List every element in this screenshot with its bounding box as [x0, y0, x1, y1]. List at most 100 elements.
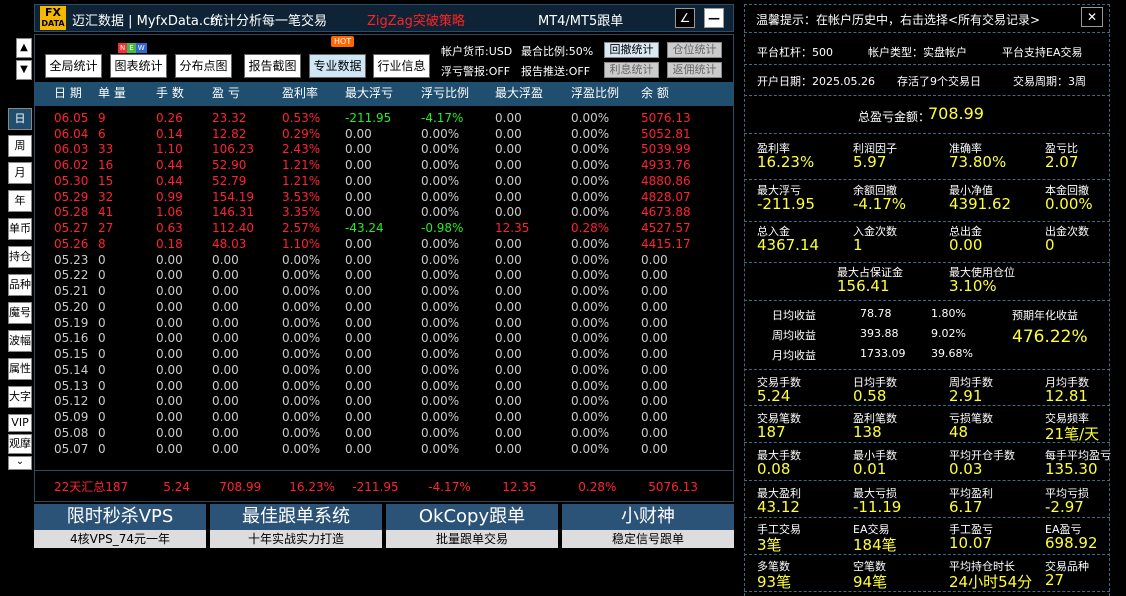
- side-item-6[interactable]: 品种: [8, 274, 32, 296]
- diag-icon[interactable]: ∠: [675, 8, 695, 28]
- table-cell: 0.00: [212, 299, 239, 314]
- table-cell: 0.00: [345, 362, 372, 377]
- table-cell: 0.00: [345, 378, 372, 393]
- global-stats-button[interactable]: 全局统计: [45, 54, 102, 78]
- table-row[interactable]: 06.05 9 0.26 23.32 0.53% -211.95 -4.17% 0.00 0.0…: [34, 110, 701, 126]
- side-item-4[interactable]: 单币: [8, 218, 32, 240]
- interest-stats-button[interactable]: 利息统计: [604, 62, 659, 78]
- table-row[interactable]: 06.02 16 0.44 52.90 1.21% 0.00 0.00% 0.00 0.00% 4…: [34, 157, 701, 173]
- summary-table: 22天汇总 187 5.24 708.99 16.23% -211.95 -4.17% 12.…: [34, 478, 708, 495]
- banner-3[interactable]: 小财神: [562, 504, 734, 530]
- table-row[interactable]: 05.08 0 0.00 0.00 0.00% 0.00 0.00% 0.00 0.00% 0.0…: [34, 425, 701, 441]
- table-cell: 0: [98, 441, 106, 456]
- side-item-0[interactable]: 日: [8, 108, 32, 130]
- table-cell: 0.00%: [571, 394, 610, 409]
- side-item-3[interactable]: 年: [8, 190, 32, 212]
- side-item-11[interactable]: VIP: [8, 414, 32, 432]
- banner-sub-0[interactable]: 4核VPS_74元一年: [34, 530, 206, 548]
- banner-sub-1[interactable]: 十年实战实力打造: [210, 530, 382, 548]
- table-cell: 0.00%: [282, 362, 321, 377]
- table-cell: 0.00: [212, 425, 239, 440]
- scroll-up-button[interactable]: ▲: [16, 38, 32, 58]
- table-row[interactable]: 05.28 41 1.06 146.31 3.35% 0.00 0.00% 0.00 0.00%…: [34, 205, 701, 221]
- pro-data-button[interactable]: 专业数据: [309, 54, 366, 78]
- table-row[interactable]: 05.21 0 0.00 0.00 0.00% 0.00 0.00% 0.00 0.00% 0.0…: [34, 283, 701, 299]
- panel-close-icon[interactable]: ✕: [1081, 7, 1103, 27]
- drawdown-stats-button[interactable]: 回撤统计: [604, 42, 659, 58]
- table-row[interactable]: 05.19 0 0.00 0.00 0.00% 0.00 0.00% 0.00 0.00% 0.0…: [34, 315, 701, 331]
- app-logo: FX DATA: [40, 6, 66, 30]
- position-stats-button[interactable]: 仓位统计: [667, 42, 722, 58]
- annual-return-value: 476.22%: [1012, 327, 1088, 347]
- table-cell: 0.00%: [421, 189, 460, 204]
- banner-1[interactable]: 最佳跟单系统: [210, 504, 382, 530]
- logo-top: FX: [45, 6, 61, 19]
- minimize-icon[interactable]: —: [704, 8, 724, 28]
- table-cell: 23.32: [212, 110, 247, 125]
- table-header: 日 期 单 量 手 数 盈 亏 盈利率 最大浮亏 浮亏比例 最大浮盈 浮盈比例 余 额: [34, 84, 701, 101]
- table-cell: 05.23: [54, 252, 89, 267]
- table-cell: 12.82: [212, 126, 247, 141]
- table-cell: 0.00: [495, 110, 522, 125]
- table-cell: 0.00%: [421, 441, 460, 456]
- industry-info-button[interactable]: 行业信息: [373, 54, 430, 78]
- table-row[interactable]: 05.23 0 0.00 0.00 0.00% 0.00 0.00% 0.00 0.00% 0.0…: [34, 252, 701, 268]
- report-screenshot-button[interactable]: 报告截图: [244, 54, 301, 78]
- table-row[interactable]: 05.29 32 0.99 154.19 3.53% 0.00 0.00% 0.00 0.00%…: [34, 189, 701, 205]
- side-item-2[interactable]: 月: [8, 162, 32, 184]
- side-item-8[interactable]: 波幅: [8, 330, 32, 352]
- table-row[interactable]: 05.07 0 0.00 0.00 0.00% 0.00 0.00% 0.00 0.00% 0.0…: [34, 441, 701, 457]
- table-row[interactable]: 05.15 0 0.00 0.00 0.00% 0.00 0.00% 0.00 0.00% 0.0…: [34, 346, 701, 362]
- banner-2[interactable]: OkCopy跟单: [386, 504, 558, 530]
- table-row[interactable]: 05.26 8 0.18 48.03 1.10% 0.00 0.00% 0.00 0.00% 44…: [34, 236, 701, 252]
- banner-sub-3[interactable]: 稳定信号跟单: [562, 530, 734, 548]
- side-item-7[interactable]: 魔号: [8, 302, 32, 324]
- stat-value: 138: [853, 423, 882, 441]
- stat-value: 0.00: [949, 236, 983, 254]
- side-more-button[interactable]: ⌄: [8, 456, 32, 470]
- side-item-12[interactable]: 观摩: [8, 434, 32, 454]
- table-cell: 0.00%: [571, 299, 610, 314]
- chart-stats-button[interactable]: 图表统计: [110, 54, 167, 78]
- total-pl-label: 总盈亏金额：: [858, 110, 931, 124]
- table-row[interactable]: 05.09 0 0.00 0.00 0.00% 0.00 0.00% 0.00 0.00% 0.0…: [34, 409, 701, 425]
- table-row[interactable]: 06.03 33 1.10 106.23 2.43% 0.00 0.00% 0.00 0.00%…: [34, 142, 701, 158]
- table-row[interactable]: 05.12 0 0.00 0.00 0.00% 0.00 0.00% 0.00 0.00% 0.0…: [34, 394, 701, 410]
- table-row[interactable]: 05.14 0 0.00 0.00 0.00% 0.00 0.00% 0.00 0.00% 0.0…: [34, 362, 701, 378]
- distribution-button[interactable]: 分布点图: [175, 54, 232, 78]
- scroll-down-button[interactable]: ▼: [16, 60, 32, 80]
- table-row[interactable]: 05.20 0 0.00 0.00 0.00% 0.00 0.00% 0.00 0.00% 0.0…: [34, 299, 701, 315]
- table-cell: 0: [98, 331, 106, 346]
- table-cell: 0.00: [641, 252, 668, 267]
- table-cell: 5076.13: [641, 110, 691, 125]
- float-loss-alert: 浮亏警报:OFF: [441, 65, 511, 78]
- stat-value: 24小时54分: [949, 573, 1033, 591]
- table-cell: 0.00: [212, 347, 239, 362]
- stat-value: -2.97: [1045, 498, 1084, 516]
- table-cell: 0.14: [156, 126, 183, 141]
- side-item-10[interactable]: 大字: [8, 386, 32, 408]
- rebate-stats-button[interactable]: 返佣统计: [667, 62, 722, 78]
- column-header: 单 量: [98, 86, 126, 100]
- table-cell: 0.00: [156, 284, 183, 299]
- side-item-5[interactable]: 持仓: [8, 246, 32, 268]
- leverage: 平台杠杆：500: [757, 46, 833, 59]
- table-cell: 0.00%: [421, 378, 460, 393]
- table-cell: 0.00: [495, 315, 522, 330]
- table-row[interactable]: 05.13 0 0.00 0.00 0.00% 0.00 0.00% 0.00 0.00% 0.0…: [34, 378, 701, 394]
- trade-period: 交易周期：3周: [1013, 75, 1086, 88]
- table-row[interactable]: 05.27 27 0.63 112.40 2.57% -43.24 -0.98% 12.35 0…: [34, 220, 701, 236]
- table-row[interactable]: 05.22 0 0.00 0.00 0.00% 0.00 0.00% 0.00 0.00% 0.0…: [34, 268, 701, 284]
- summary-row: 22天汇总 187 5.24 708.99 16.23% -211.95 -4.17% 12.…: [34, 478, 708, 495]
- table-cell: 0.00: [156, 410, 183, 425]
- banner-sub-2[interactable]: 批量跟单交易: [386, 530, 558, 548]
- table-cell: 0.00: [495, 205, 522, 220]
- banner-0[interactable]: 限时秒杀VPS: [34, 504, 206, 530]
- side-item-9[interactable]: 属性: [8, 358, 32, 380]
- table-row[interactable]: 05.16 0 0.00 0.00 0.00% 0.00 0.00% 0.00 0.00% 0.0…: [34, 331, 701, 347]
- table-row[interactable]: 06.04 6 0.14 12.82 0.29% 0.00 0.00% 0.00 0.00% 50…: [34, 126, 701, 142]
- side-item-1[interactable]: 周: [8, 135, 32, 157]
- stat-value: 21笔/天: [1045, 425, 1100, 443]
- table-row[interactable]: 05.30 15 0.44 52.79 1.21% 0.00 0.00% 0.00 0.00% 4…: [34, 173, 701, 189]
- table-cell: 154.19: [212, 189, 254, 204]
